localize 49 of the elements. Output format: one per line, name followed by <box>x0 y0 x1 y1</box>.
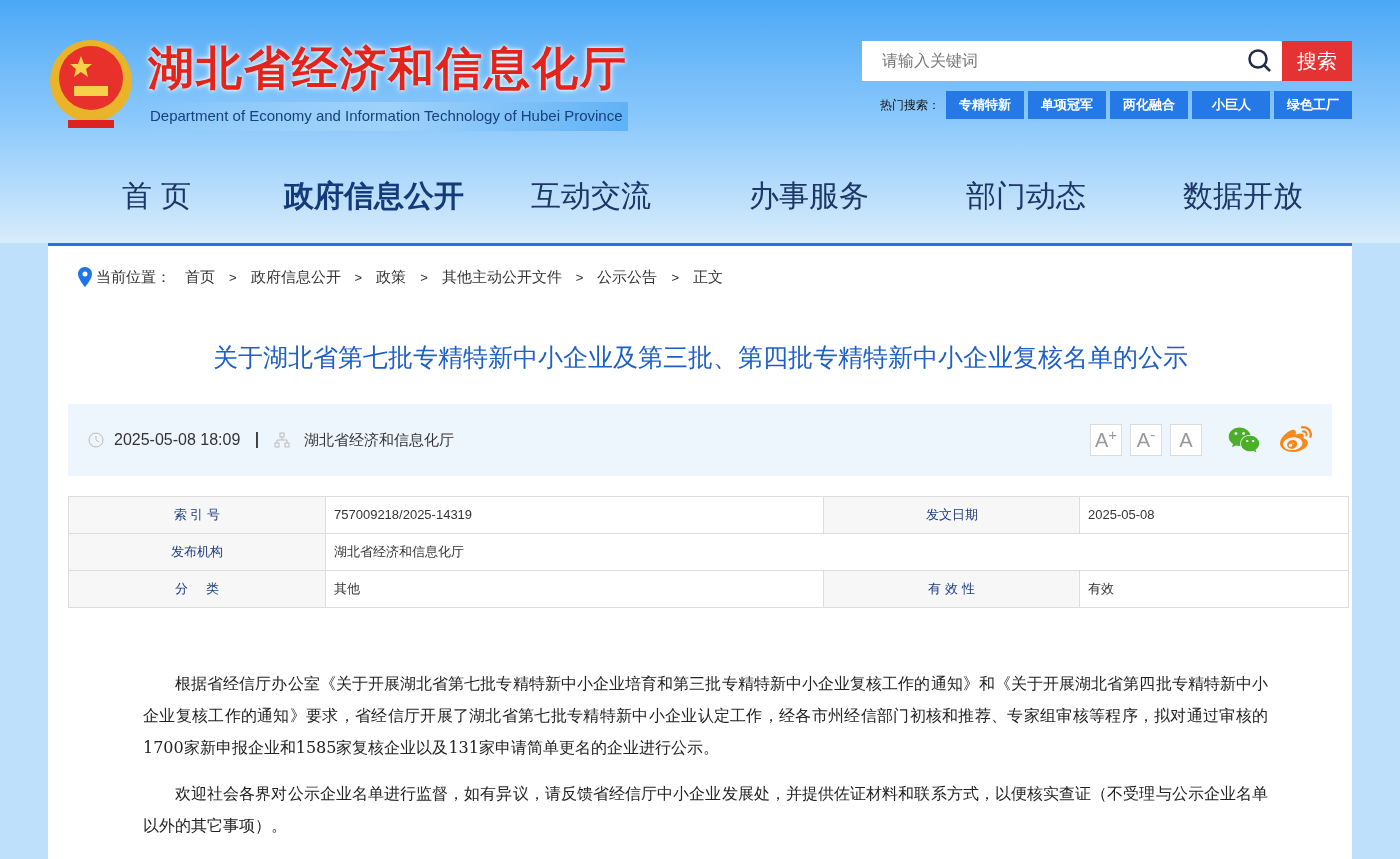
table-value-cell: 湖北省经济和信息化厅 <box>325 533 1349 571</box>
search-icon-button[interactable] <box>1238 41 1282 81</box>
nav-tab[interactable]: 首 页 <box>48 172 266 218</box>
article-title: 关于湖北省第七批专精特新中小企业及第三批、第四批专精特新中小企业复核名单的公示 <box>212 341 1188 373</box>
nav-tab[interactable]: 办事服务 <box>700 172 918 218</box>
publish-time: 2025-05-08 18:09 <box>114 430 241 450</box>
breadcrumb-link[interactable]: 正文 <box>692 266 723 289</box>
nav-tab[interactable]: 互动交流 <box>482 172 700 218</box>
site-title: 湖北省经济和信息化厅 <box>148 41 628 96</box>
table-label-cell: 发文日期 <box>823 496 1080 534</box>
search-button[interactable]: 搜索 <box>1282 41 1352 81</box>
table-label-cell: 有 效 性 <box>823 570 1080 608</box>
hot-search-tag[interactable]: 专精特新 <box>946 91 1024 119</box>
breadcrumb-separator: > <box>671 268 679 287</box>
breadcrumb-separator: > <box>420 268 428 287</box>
table-label-cell: 索 引 号 <box>68 496 326 534</box>
publish-source: 湖北省经济和信息化厅 <box>304 429 455 450</box>
body-paragraph: 欢迎社会各界对公示企业名单进行监督，如有异议，请反馈省经信厅中小企业发展处，并提供佐证材料和联系方式，以便核实查证（不受理与公示企业名单以外的其它事项）。 <box>143 783 1268 837</box>
breadcrumb-link[interactable]: 政策 <box>376 266 407 289</box>
search-icon <box>1247 48 1273 74</box>
table-value-cell: 有效 <box>1079 570 1349 608</box>
breadcrumb-link[interactable]: 政府信息公开 <box>250 266 341 289</box>
breadcrumb-link[interactable]: 其他主动公开文件 <box>441 266 562 289</box>
breadcrumb-label: 当前位置： <box>96 267 171 287</box>
location-pin-icon <box>78 267 92 288</box>
breadcrumb-separator: > <box>575 268 584 287</box>
hot-search-tag[interactable]: 绿色工厂 <box>1274 91 1352 119</box>
breadcrumb-link[interactable]: 公示公告 <box>597 266 658 289</box>
hot-search-tag[interactable]: 两化融合 <box>1110 91 1188 119</box>
emblem-icon <box>48 38 134 130</box>
site-subtitle: Department of Economy and Information Technology of Hubei Province <box>148 102 628 131</box>
nav-tab[interactable]: 数据开放 <box>1134 172 1352 218</box>
nav-tab[interactable]: 部门动态 <box>917 172 1135 218</box>
breadcrumb-separator: > <box>354 268 363 287</box>
nav-tab[interactable]: 政府信息公开 <box>265 172 483 218</box>
search-field[interactable]: 请输入关键词 <box>862 41 1238 81</box>
clock-icon <box>88 432 104 448</box>
hot-search-label: 热门搜索： <box>880 97 940 114</box>
table-value-cell: 其他 <box>325 570 824 608</box>
hot-search-tag[interactable]: 小巨人 <box>1192 91 1270 119</box>
breadcrumb-link[interactable]: 首页 <box>185 266 215 289</box>
body-paragraph: 根据省经信厅办公室《关于开展湖北省第七批专精特新中小企业培育和第三批专精特新中小企业复核工作的通知》和《关于开展湖北省第四批专精特新中小企业复核工作的通知》要求，省经信厅开展了湖北省第七批专精特新中小企业认定工作，经各市州经信部门初核和推荐、专家组审核等程序，拟对通过审核的1700家新申报企业和1585家复核企业以及131家申请简单更名的企业进行公示。 <box>143 673 1268 759</box>
table-value-cell: 757009218/2025-14319 <box>325 496 824 534</box>
breadcrumb-separator: > <box>229 268 237 287</box>
table-label-cell: 发布机构 <box>68 533 326 571</box>
hot-search-tag[interactable]: 单项冠军 <box>1028 91 1106 119</box>
table-value-cell: 2025-05-08 <box>1079 496 1349 534</box>
table-label-cell: 分 类 <box>68 570 326 608</box>
sitemap-icon <box>274 432 291 448</box>
